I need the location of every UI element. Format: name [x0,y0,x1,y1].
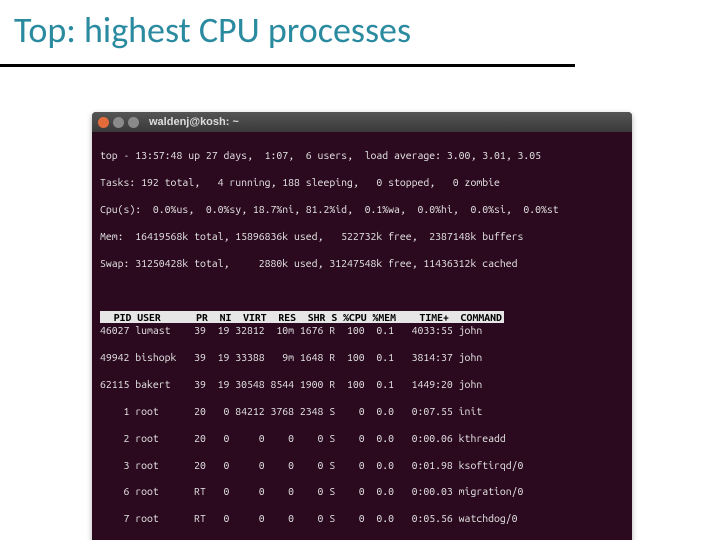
terminal-body: top - 13:57:48 up 27 days, 1:07, 6 users… [92,132,632,540]
title-underline [0,64,575,67]
close-icon[interactable] [98,117,109,128]
table-row: 3 root 20 0 0 0 0 S 0 0.0 0:01.98 ksofti… [100,459,624,472]
table-row: 7 root RT 0 0 0 0 S 0 0.0 0:05.56 watchd… [100,512,624,525]
top-summary-line: Tasks: 192 total, 4 running, 188 sleepin… [100,176,624,189]
table-row: 1 root 20 0 84212 3768 2348 S 0 0.0 0:07… [100,405,624,418]
table-row: 46027 lumast 39 19 32812 10m 1676 R 100 … [100,324,624,337]
top-summary-line: top - 13:57:48 up 27 days, 1:07, 6 users… [100,149,624,162]
top-summary-line: Mem: 16419568k total, 15896836k used, 52… [100,230,624,243]
top-summary-line: Cpu(s): 0.0%us, 0.0%sy, 18.7%ni, 81.2%id… [100,203,624,216]
window-titlebar: waldenj@kosh: ~ [92,112,632,132]
maximize-icon[interactable] [128,117,139,128]
window-title: waldenj@kosh: ~ [149,116,239,128]
slide-title: Top: highest CPU processes [14,8,411,52]
table-row: 49942 bishopk 39 19 33388 9m 1648 R 100 … [100,351,624,364]
terminal-window: waldenj@kosh: ~ top - 13:57:48 up 27 day… [92,112,632,540]
blank-line [100,284,624,297]
table-row: 62115 bakert 39 19 30548 8544 1900 R 100… [100,378,624,391]
table-row: 2 root 20 0 0 0 0 S 0 0.0 0:00.06 kthrea… [100,432,624,445]
top-summary-line: Swap: 31250428k total, 2880k used, 31247… [100,257,624,270]
slide: Top: highest CPU processes waldenj@kosh:… [0,0,720,540]
minimize-icon[interactable] [113,117,124,128]
process-header-row: PID USER PR NI VIRT RES SHR S %CPU %MEM … [100,311,504,323]
table-row: 6 root RT 0 0 0 0 S 0 0.0 0:00.03 migrat… [100,485,624,498]
